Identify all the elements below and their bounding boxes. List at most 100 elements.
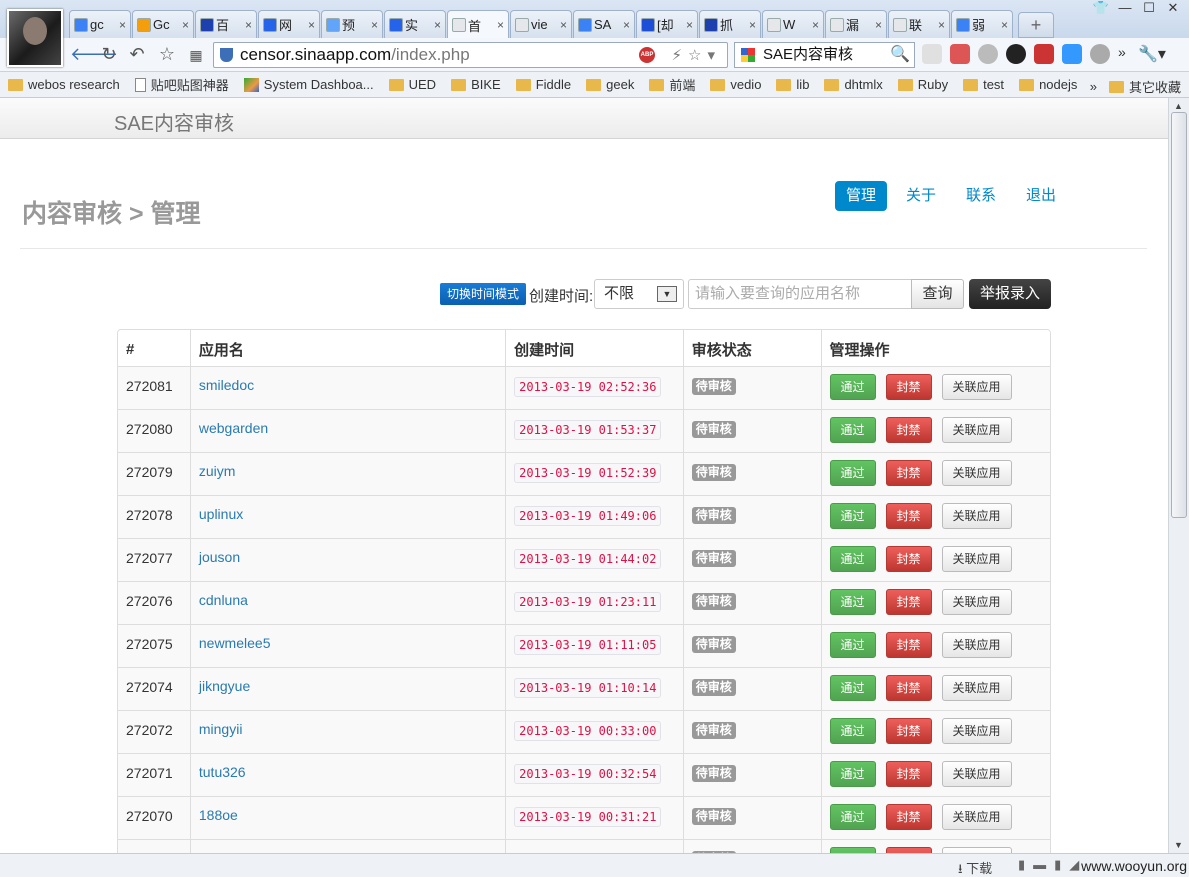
apps-grid-icon[interactable]: ▦ [185, 47, 207, 64]
query-button[interactable]: 查询 [911, 279, 964, 309]
app-name-link[interactable]: smiledoc [199, 377, 254, 393]
ban-button[interactable]: 封禁 [885, 675, 932, 701]
approve-button[interactable]: 通过 [829, 546, 876, 572]
approve-button[interactable]: 通过 [829, 804, 876, 830]
close-tab-icon[interactable]: × [245, 18, 252, 32]
bookmark-item[interactable]: BIKE [451, 75, 501, 94]
related-apps-button[interactable]: 关联应用 [941, 589, 1012, 615]
close-tab-icon[interactable]: × [434, 18, 441, 32]
search-engine-icon[interactable] [741, 48, 755, 62]
dropdown-icon[interactable]: ▾ [707, 47, 721, 64]
scroll-down-icon[interactable]: ▼ [1174, 840, 1183, 850]
brand-title[interactable]: SAE内容审核 [114, 107, 234, 136]
minimize-icon[interactable]: — [1113, 0, 1137, 18]
browser-tab[interactable]: 预 × [321, 10, 383, 38]
close-tab-icon[interactable]: × [812, 18, 819, 32]
browser-tab[interactable]: 弱 × [951, 10, 1013, 38]
related-apps-button[interactable]: 关联应用 [941, 718, 1012, 744]
related-apps-button[interactable]: 关联应用 [941, 632, 1012, 658]
downloads-button[interactable]: ⭳ 下载 [958, 858, 992, 877]
app-name-link[interactable]: 188oe [199, 807, 238, 823]
close-tab-icon[interactable]: × [119, 18, 126, 32]
more-extensions-icon[interactable]: » [1118, 44, 1130, 64]
maximize-icon[interactable]: ☐ [1137, 0, 1161, 18]
ban-button[interactable]: 封禁 [885, 761, 932, 787]
ban-button[interactable]: 封禁 [885, 374, 932, 400]
related-apps-button[interactable]: 关联应用 [941, 675, 1012, 701]
extension-6-icon[interactable] [1062, 44, 1082, 64]
bookmark-item[interactable]: webos research [8, 75, 120, 94]
browser-tab[interactable]: 网 × [258, 10, 320, 38]
scroll-up-icon[interactable]: ▲ [1174, 101, 1183, 111]
reload-icon[interactable]: ↻ [98, 44, 120, 65]
bookmark-item[interactable]: geek [586, 75, 634, 94]
ban-button[interactable]: 封禁 [885, 589, 932, 615]
extension-7-icon[interactable] [1090, 44, 1110, 64]
bookmark-item[interactable]: lib [776, 75, 809, 94]
related-apps-button[interactable]: 关联应用 [941, 761, 1012, 787]
wrench-icon[interactable]: 🔧▾ [1138, 44, 1168, 64]
app-name-link[interactable]: cdnluna [199, 592, 248, 608]
approve-button[interactable]: 通过 [829, 460, 876, 486]
app-name-link[interactable]: webgarden [199, 420, 268, 436]
related-apps-button[interactable]: 关联应用 [941, 546, 1012, 572]
close-tab-icon[interactable]: × [497, 18, 504, 32]
report-entry-button[interactable]: 举报录入 [969, 279, 1051, 309]
star-icon[interactable]: ☆ [156, 44, 178, 65]
lightning-icon[interactable]: ⚡ [671, 47, 688, 64]
nav-pill[interactable]: 管理 [835, 181, 888, 211]
bookmark-star-icon[interactable]: ☆ [688, 47, 707, 64]
bookmark-item[interactable]: nodejs [1019, 75, 1077, 94]
ban-button[interactable]: 封禁 [885, 718, 932, 744]
close-tab-icon[interactable]: × [749, 18, 756, 32]
undo-icon[interactable]: ↶ [126, 44, 148, 65]
browser-tab[interactable]: 首 × [447, 10, 509, 39]
scroll-thumb[interactable] [1171, 112, 1187, 518]
approve-button[interactable]: 通过 [829, 374, 876, 400]
bookmark-item[interactable]: Ruby [897, 75, 948, 94]
related-apps-button[interactable]: 关联应用 [941, 417, 1012, 443]
close-tab-icon[interactable]: × [560, 18, 567, 32]
app-name-link[interactable]: tutu326 [199, 764, 246, 780]
close-window-icon[interactable]: ✕ [1161, 0, 1185, 18]
browser-tab[interactable]: 抓 × [699, 10, 761, 38]
close-tab-icon[interactable]: × [686, 18, 693, 32]
gauge-icon[interactable] [978, 44, 998, 64]
created-time-select[interactable]: 不限 ▼ [594, 279, 684, 309]
close-tab-icon[interactable]: × [875, 18, 882, 32]
app-name-link[interactable]: jouson [199, 549, 240, 565]
approve-button[interactable]: 通过 [829, 503, 876, 529]
app-name-link[interactable]: zuiym [199, 463, 236, 479]
close-tab-icon[interactable]: × [1001, 18, 1008, 32]
bookmark-item[interactable]: test [963, 75, 1004, 94]
approve-button[interactable]: 通过 [829, 718, 876, 744]
browser-tab[interactable]: vie × [510, 10, 572, 38]
approve-button[interactable]: 通过 [829, 761, 876, 787]
close-tab-icon[interactable]: × [308, 18, 315, 32]
approve-button[interactable]: 通过 [829, 632, 876, 658]
browser-tab[interactable]: 百 × [195, 10, 257, 38]
ban-button[interactable]: 封禁 [885, 460, 932, 486]
approve-button[interactable]: 通过 [829, 417, 876, 443]
related-apps-button[interactable]: 关联应用 [941, 503, 1012, 529]
app-name-link[interactable]: jikngyue [199, 678, 250, 694]
close-tab-icon[interactable]: × [182, 18, 189, 32]
browser-tab[interactable]: SA × [573, 10, 635, 38]
app-name-search-input[interactable]: 请输入要查询的应用名称 [688, 279, 912, 309]
approve-button[interactable]: 通过 [829, 589, 876, 615]
extension-5-icon[interactable] [1034, 44, 1054, 64]
approve-button[interactable]: 通过 [829, 675, 876, 701]
browser-tab[interactable]: 实 × [384, 10, 446, 38]
nav-pill[interactable]: 退出 [1015, 181, 1067, 211]
browser-tab[interactable]: 联 × [888, 10, 950, 38]
other-bookmarks[interactable]: 其它收藏 [1129, 77, 1181, 96]
extension-1-icon[interactable] [922, 44, 942, 64]
bug-icon[interactable] [1006, 44, 1026, 64]
app-name-link[interactable]: mingyii [199, 721, 243, 737]
address-bar[interactable]: censor.sinaapp.com/index.php ABP ⚡☆▾ [213, 42, 728, 68]
ban-button[interactable]: 封禁 [885, 417, 932, 443]
close-tab-icon[interactable]: × [623, 18, 630, 32]
ban-button[interactable]: 封禁 [885, 503, 932, 529]
back-icon[interactable]: 🡐 [70, 44, 118, 65]
toggle-time-mode-button[interactable]: 切换时间模式 [440, 283, 526, 305]
